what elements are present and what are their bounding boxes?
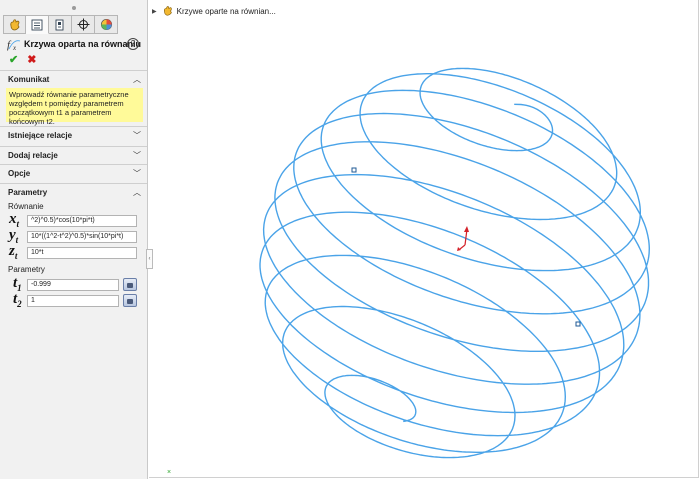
property-manager-panel: f x Krzywa oparta na równaniu ? ✔ ✖ Komu… [0, 0, 148, 479]
display-manager-icon [100, 18, 112, 31]
tab-propertymanager[interactable] [26, 15, 49, 34]
tab-display-manager[interactable] [95, 15, 118, 34]
curve-start-point[interactable] [351, 167, 357, 173]
group-parameters-header[interactable]: Parametry ︿ [0, 184, 147, 202]
group-add-relations[interactable]: Dodaj relacje ﹀ [0, 147, 147, 165]
t1-lock-icon[interactable] [123, 278, 137, 291]
t2-label: t2 [13, 291, 22, 309]
chevron-down-icon: ﹀ [133, 151, 141, 160]
z-equation-label: zt [9, 243, 18, 261]
help-icon[interactable]: ? [127, 38, 139, 50]
equation-curve-icon: f x [7, 39, 21, 51]
y-equation-input[interactable]: 10*((1^2-t^2)^0.5)*sin(10*pi*t) [27, 231, 137, 243]
svg-text:x: x [12, 44, 17, 51]
feature-header: f x Krzywa oparta na równaniu ? [0, 35, 147, 54]
group-message-title: Komunikat [8, 75, 50, 84]
cancel-button[interactable]: ✖ [27, 54, 36, 66]
panel-grip[interactable] [72, 6, 76, 10]
t1-input[interactable]: -0.999 [27, 279, 119, 291]
dimxpert-icon [77, 18, 89, 31]
parameters-label: Parametry [8, 265, 45, 274]
curve-end-point[interactable] [575, 321, 581, 327]
graphics-viewport[interactable]: × [148, 0, 700, 479]
group-existing-relations-title: Istniejące relacje [8, 131, 73, 140]
equations-label: Równanie [8, 202, 44, 211]
group-options-title: Opcje [8, 169, 31, 178]
manager-tabs [3, 15, 118, 34]
group-parameters-title: Parametry [8, 188, 48, 197]
tab-dimxpert[interactable] [72, 15, 95, 34]
ok-cancel-bar: ✔ ✖ [9, 53, 37, 66]
configurationmanager-icon [55, 19, 64, 30]
spherical-spiral-curve[interactable] [259, 67, 651, 459]
feature-title: Krzywa oparta na równaniu [24, 39, 142, 49]
triad-x-axis [459, 244, 466, 250]
tab-featuremanager[interactable] [3, 15, 26, 34]
chevron-up-icon: ︿ [133, 75, 141, 84]
t2-input[interactable]: 1 [27, 295, 119, 307]
z-equation-input[interactable]: 10*t [27, 247, 137, 259]
tab-configurationmanager[interactable] [49, 15, 72, 34]
t2-lock-icon[interactable] [123, 294, 137, 307]
x-equation-input[interactable]: ^2)^0.5)*cos(10*pi*t) [27, 215, 137, 227]
group-message-header[interactable]: Komunikat ︿ [0, 71, 147, 89]
triad-y-arrow [464, 226, 469, 232]
spiral-path[interactable] [259, 67, 651, 459]
propertymanager-icon [31, 19, 43, 30]
message-box: Wprowadź równanie parametryczne względem… [6, 88, 143, 126]
chevron-down-icon: ﹀ [133, 131, 141, 140]
ok-button[interactable]: ✔ [9, 54, 18, 66]
featuremanager-icon [9, 18, 19, 30]
group-add-relations-title: Dodaj relacje [8, 151, 58, 160]
chevron-up-icon: ︿ [133, 188, 141, 197]
group-existing-relations[interactable]: Istniejące relacje ﹀ [0, 127, 147, 145]
chevron-down-icon: ﹀ [133, 169, 141, 178]
axis-indicator: × [167, 469, 171, 476]
group-options[interactable]: Opcje ﹀ [0, 165, 147, 183]
